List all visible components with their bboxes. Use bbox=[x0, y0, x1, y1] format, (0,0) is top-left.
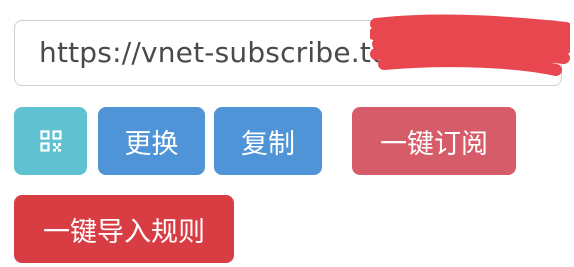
redaction-scribble bbox=[370, 14, 570, 76]
qr-code-icon bbox=[39, 130, 62, 152]
copy-button[interactable]: 复制 bbox=[214, 107, 322, 175]
subscription-url-text: https://vnet-subscribe.top/ bbox=[39, 36, 416, 69]
qr-code-button[interactable] bbox=[14, 107, 87, 175]
one-click-import-rules-button[interactable]: 一键导入规则 bbox=[14, 195, 234, 263]
one-click-subscribe-button[interactable]: 一键订阅 bbox=[352, 107, 516, 175]
change-button[interactable]: 更换 bbox=[98, 107, 205, 175]
